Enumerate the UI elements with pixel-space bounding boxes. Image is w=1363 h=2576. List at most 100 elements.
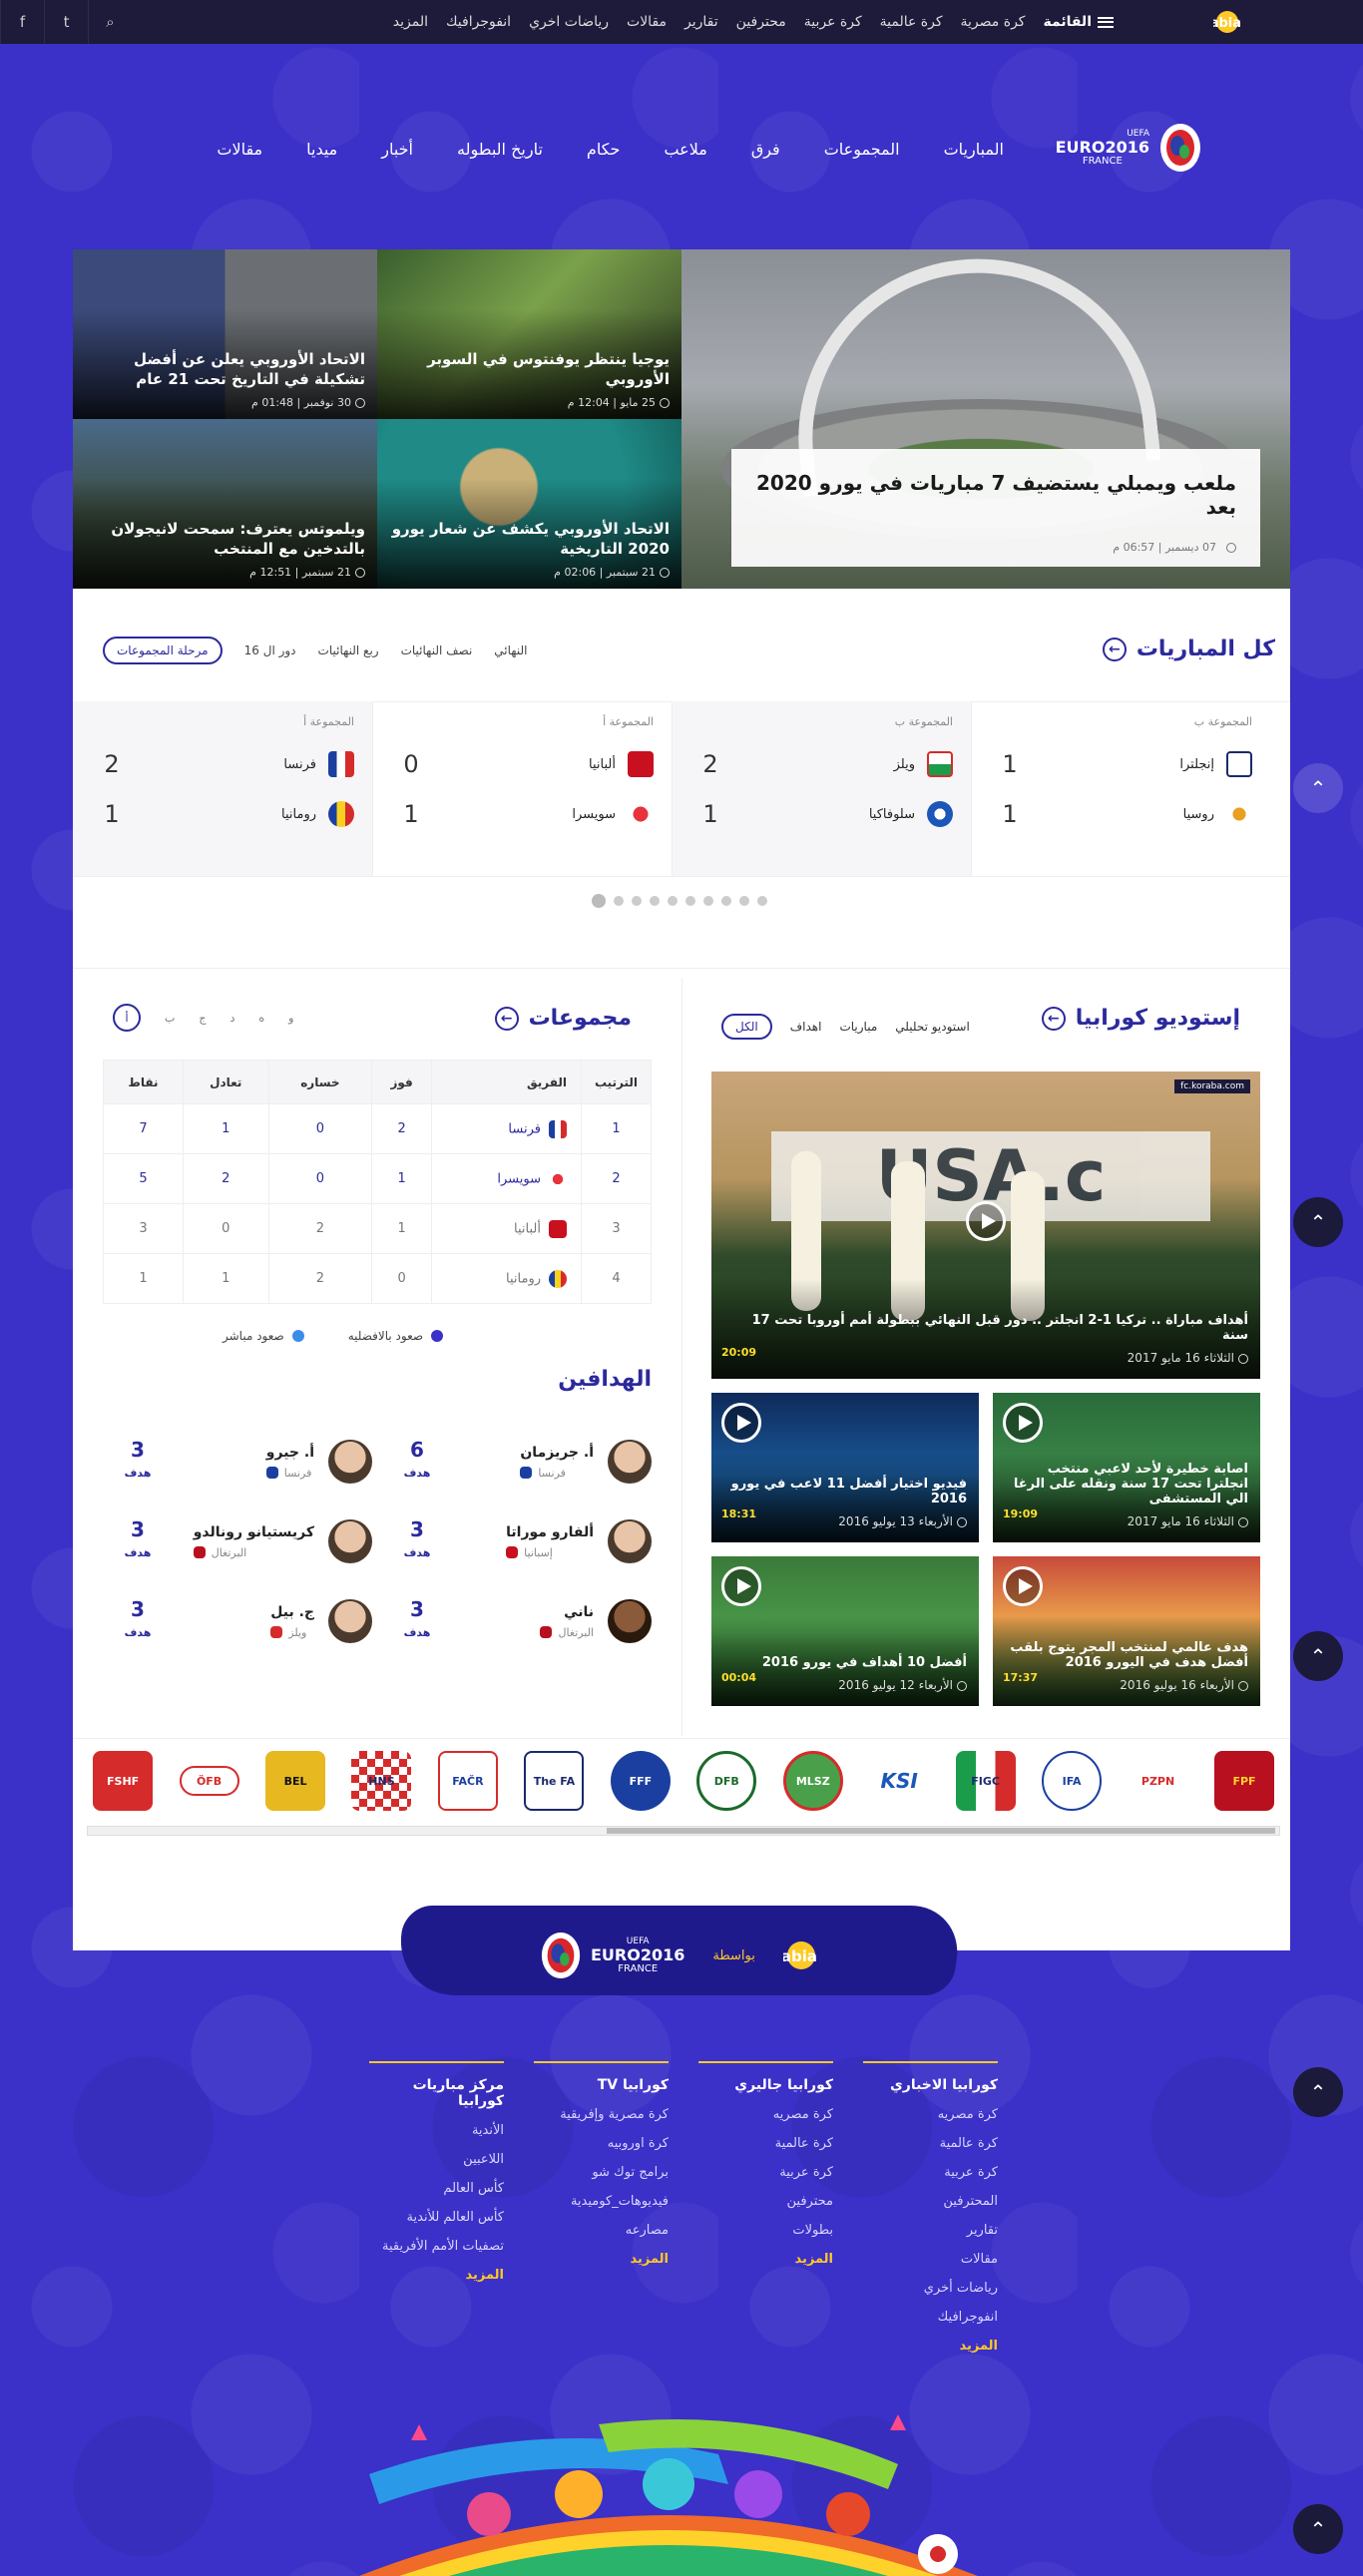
footer-link[interactable]: مصارعه: [534, 2223, 669, 2238]
top-menu-item[interactable]: المزيد: [393, 14, 428, 30]
crest-croatia-icon[interactable]: HNS: [351, 1751, 412, 1811]
group-tab[interactable]: و: [288, 1012, 293, 1025]
top-menu-item[interactable]: تقارير: [684, 14, 718, 30]
carousel-dot-active[interactable]: [592, 894, 606, 908]
play-icon[interactable]: [1003, 1403, 1043, 1443]
footer-link[interactable]: كرة عالمية: [698, 2136, 833, 2151]
footer-link[interactable]: تقارير: [863, 2223, 998, 2238]
footer-link[interactable]: كرة مصرية وإفريقية: [534, 2107, 669, 2122]
nav-stadiums[interactable]: ملاعب: [664, 140, 706, 159]
search-icon[interactable]: ⌕: [88, 0, 132, 44]
scorer-item[interactable]: ج. بيل ويلز 3 هدف: [113, 1591, 372, 1651]
scroll-top-button[interactable]: ⌃: [1293, 1631, 1343, 1681]
filter-matches[interactable]: مباريات: [839, 1020, 877, 1034]
footer-link[interactable]: كرة عالمية: [863, 2136, 998, 2151]
group-tab[interactable]: ب: [165, 1012, 175, 1025]
carousel-dot[interactable]: [757, 896, 767, 906]
crest-northern-ireland-icon[interactable]: IFA: [1042, 1751, 1103, 1811]
footer-more-link[interactable]: المزيد: [369, 2268, 504, 2283]
footer-link[interactable]: بطولات: [698, 2223, 833, 2238]
scorer-item[interactable]: أ. جريزمان فرنسا 6 هدف: [392, 1432, 652, 1492]
match-card[interactable]: المجموعة ب إنجلترا 1 روسيا 1: [971, 701, 1270, 876]
crest-belgium-icon[interactable]: BEL: [265, 1751, 326, 1811]
scorer-item[interactable]: كريستيانو رونالدو البرتغال 3 هدف: [113, 1511, 372, 1571]
crests-scrollbar[interactable]: [87, 1826, 1280, 1836]
footer-more-link[interactable]: المزيد: [534, 2252, 669, 2267]
top-menu-item[interactable]: انفوجرافيك: [446, 14, 511, 30]
match-card[interactable]: المجموعة ب ويلز 2 سلوفاكيا 1: [672, 701, 971, 876]
footer-link[interactable]: رياضات أخري: [863, 2281, 998, 2296]
tab-group-stage[interactable]: مرحلة المجموعات: [103, 637, 223, 664]
top-menu-item[interactable]: كرة مصرية: [961, 14, 1026, 30]
euro2016-logo[interactable]: UEFA EURO2016 FRANCE: [1054, 122, 1203, 174]
tab-semi-finals[interactable]: نصف النهائيات: [401, 644, 473, 657]
crest-iceland-icon[interactable]: KSI: [869, 1751, 930, 1811]
footer-link[interactable]: كأس العالم: [369, 2181, 504, 2196]
crest-albania-icon[interactable]: FSHF: [93, 1751, 154, 1811]
korabia-logo[interactable]: rabia: [1203, 6, 1283, 38]
play-icon[interactable]: [721, 1566, 761, 1606]
scorer-item[interactable]: أ. جيرو فرنسا 3 هدف: [113, 1432, 372, 1492]
video-title[interactable]: أهداف مباراة .. تركيا 1-2 انجلتر .. دور …: [723, 1313, 1248, 1343]
crest-italy-icon[interactable]: FIGC: [955, 1751, 1016, 1811]
scroll-top-button[interactable]: ⌃: [1293, 763, 1343, 813]
scorer-item[interactable]: ألفارو موراتا إسبانيا 3 هدف: [392, 1511, 652, 1571]
studio-title[interactable]: إستوديو كورابيا: [1076, 1006, 1240, 1031]
footer-link[interactable]: الأندية: [369, 2123, 504, 2138]
match-card[interactable]: المجموعة أ ألبانيا 0 سويسرا 1: [372, 701, 672, 876]
footer-link[interactable]: كرة اوروبيه: [534, 2136, 669, 2151]
filter-goals[interactable]: اهداف: [790, 1020, 822, 1034]
hero-main-article[interactable]: ملعب ويمبلي يستضيف 7 مباريات في يورو 202…: [682, 249, 1290, 589]
tab-round-16[interactable]: دور ال 16: [244, 644, 296, 657]
table-row[interactable]: 2 سويسرا 1 0 2 5: [103, 1153, 652, 1204]
matches-title[interactable]: كل المباريات: [1136, 637, 1275, 661]
footer-link[interactable]: مقالات: [863, 2252, 998, 2267]
tab-final[interactable]: النهائي: [494, 644, 527, 657]
featured-video[interactable]: USA.c fc.koraba.com أهداف مباراة .. تركي…: [711, 1072, 1260, 1379]
nav-history[interactable]: تاريخ البطوله: [457, 140, 543, 159]
table-row[interactable]: 3 ألبانيا 1 2 0 3: [103, 1203, 652, 1254]
menu-button[interactable]: القائمة: [1043, 14, 1114, 30]
match-card[interactable]: المجموعة أ فرنسا 2 رومانيا 1: [73, 701, 372, 876]
group-tab[interactable]: أ: [113, 1004, 141, 1032]
top-menu-item[interactable]: محترفين: [736, 14, 786, 30]
footer-link[interactable]: كرة مصريه: [698, 2107, 833, 2122]
news-tile[interactable]: ويلموتس يعترف: سمحت لانيجولان بالتدخين م…: [73, 419, 377, 589]
tab-quarter-finals[interactable]: ربع النهائيات: [318, 644, 379, 657]
scrollbar-thumb[interactable]: [607, 1828, 1275, 1834]
hero-main-title[interactable]: ملعب ويمبلي يستضيف 7 مباريات في يورو 202…: [755, 471, 1236, 519]
scroll-top-button[interactable]: ⌃: [1293, 2067, 1343, 2117]
korabia-logo[interactable]: rabia: [783, 1935, 867, 1975]
crest-france-icon[interactable]: FFF: [610, 1751, 671, 1811]
video-card[interactable]: هدف عالمي لمنتخب المجر يتوج بلقب أفضل هد…: [993, 1556, 1260, 1706]
footer-link[interactable]: كأس العالم للأندية: [369, 2210, 504, 2225]
carousel-dot[interactable]: [632, 896, 642, 906]
group-tab[interactable]: ج: [199, 1012, 206, 1025]
scroll-top-button[interactable]: ⌃: [1293, 2504, 1343, 2554]
crest-hungary-icon[interactable]: MLSZ: [782, 1751, 843, 1811]
twitter-icon[interactable]: t: [44, 0, 88, 44]
news-tile[interactable]: يوجيا ينتظر يوفنتوس في السوبر الأوروبي 2…: [377, 249, 682, 419]
video-card[interactable]: اصابة خطيرة لأحد لاعبي منتخب انجلترا تحت…: [993, 1393, 1260, 1542]
filter-analysis[interactable]: استوديو تحليلي: [895, 1020, 970, 1034]
groups-title[interactable]: مجموعات: [529, 1006, 632, 1031]
nav-matches[interactable]: المباريات: [944, 140, 1004, 159]
video-card[interactable]: أفضل 10 أهداف في يورو 2016 الأربعاء 12 يو…: [711, 1556, 979, 1706]
footer-link[interactable]: كرة عربية: [863, 2165, 998, 2180]
footer-link[interactable]: المحترفين: [863, 2194, 998, 2209]
arrow-left-icon[interactable]: ←: [1102, 637, 1127, 661]
top-menu-item[interactable]: رياضات اخري: [529, 14, 609, 30]
carousel-dot[interactable]: [739, 896, 749, 906]
play-icon[interactable]: [966, 1201, 1006, 1241]
nav-articles[interactable]: مقالات: [217, 140, 262, 159]
top-menu-item[interactable]: مقالات: [627, 14, 667, 30]
footer-link[interactable]: اللاعبين: [369, 2152, 504, 2167]
footer-euro-logo[interactable]: UEFA EURO2016 FRANCE: [539, 1931, 684, 1980]
crest-czech-icon[interactable]: FAČR: [437, 1751, 498, 1811]
carousel-dot[interactable]: [685, 896, 695, 906]
news-tile[interactable]: الاتحاد الأوروبي يعلن عن أفضل تشكيلة في …: [73, 249, 377, 419]
footer-link[interactable]: فيديوهات_كوميدية: [534, 2194, 669, 2209]
carousel-dot[interactable]: [650, 896, 660, 906]
play-icon[interactable]: [1003, 1566, 1043, 1606]
crest-poland-icon[interactable]: PZPN: [1128, 1751, 1188, 1811]
